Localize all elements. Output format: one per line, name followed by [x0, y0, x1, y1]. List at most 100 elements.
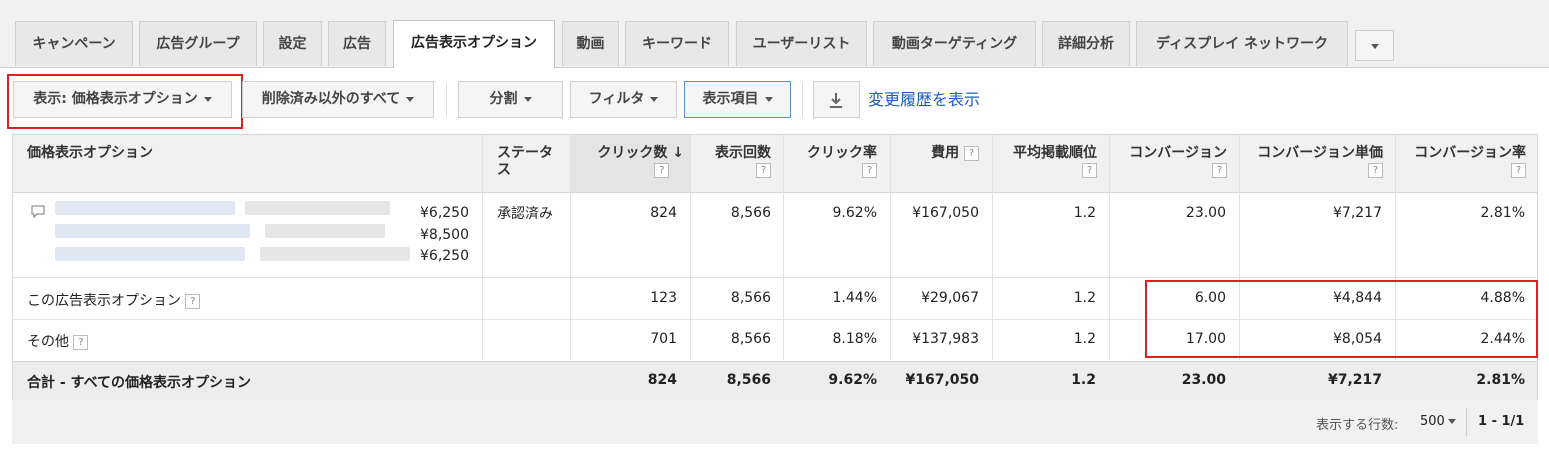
cell-conversions: 6.00: [1194, 290, 1226, 306]
pagination-range: 1 - 1/1: [1478, 414, 1525, 429]
header-status[interactable]: ステータス: [497, 145, 561, 179]
tab-videos[interactable]: 動画: [562, 21, 619, 66]
header-clicks-label: クリック数: [597, 145, 668, 161]
chevron-down-icon: [406, 96, 415, 102]
sort-desc-icon: ↓: [672, 145, 684, 161]
chevron-down-icon: [1371, 44, 1379, 49]
tab-campaigns[interactable]: キャンペーン: [15, 21, 133, 66]
status-value: 承認済み: [497, 206, 553, 222]
help-icon[interactable]: ?: [73, 334, 89, 350]
row-label-text: この広告表示オプション: [27, 293, 181, 309]
toolbar-divider: [446, 83, 447, 117]
cell-clicks: 123: [650, 290, 677, 306]
header-cost[interactable]: 費用 ?: [895, 145, 979, 162]
help-icon[interactable]: ?: [1368, 162, 1383, 178]
help-icon[interactable]: ?: [185, 293, 201, 309]
total-conversions: 23.00: [1181, 372, 1226, 388]
cell-clicks: 701: [650, 331, 677, 347]
tab-audiences[interactable]: ユーザーリスト: [736, 21, 867, 66]
status-filter-label: 削除済み以外のすべて: [261, 91, 401, 107]
header-conversion-rate-label: コンバージョン率: [1414, 145, 1526, 161]
price-1: ¥6,250: [420, 205, 469, 221]
total-clicks: 824: [647, 372, 677, 388]
header-conversion-rate[interactable]: コンバージョン率 ?: [1400, 145, 1526, 179]
tab-keywords[interactable]: キーワード: [625, 21, 729, 66]
filter-button[interactable]: フィルタ: [570, 81, 677, 118]
cell-avg-position: 1.2: [1073, 205, 1096, 221]
cell-cost-per-conversion: ¥4,844: [1333, 290, 1382, 306]
help-icon[interactable]: ?: [1212, 162, 1227, 178]
footer-divider: [1466, 408, 1467, 436]
header-cost-per-conversion-label: コンバージョン単価: [1257, 145, 1383, 161]
table-footer: [12, 400, 1538, 444]
tab-ad-groups[interactable]: 広告グループ: [139, 21, 257, 66]
total-cost-per-conversion: ¥7,217: [1327, 372, 1382, 388]
total-ctr: 9.62%: [828, 372, 877, 388]
price-2: ¥8,500: [420, 227, 469, 243]
header-ctr[interactable]: クリック率?: [788, 145, 877, 179]
row-label-text: その他: [27, 334, 69, 350]
help-icon[interactable]: ?: [862, 162, 877, 178]
total-label: 合計 - すべての価格表示オプション: [27, 375, 252, 391]
tab-settings[interactable]: 設定: [263, 21, 322, 66]
segment-button[interactable]: 分割: [458, 81, 563, 118]
help-icon[interactable]: ?: [654, 162, 670, 178]
row-label-other: その他 ?: [27, 331, 89, 351]
header-conversions-label: コンバージョン: [1129, 145, 1227, 161]
cell-clicks: 824: [650, 205, 677, 221]
header-conversions[interactable]: コンバージョン ?: [1118, 145, 1227, 179]
cell-impressions: 8,566: [730, 290, 771, 306]
help-icon[interactable]: ?: [1511, 162, 1526, 178]
change-history-link[interactable]: 変更履歴を表示: [868, 86, 980, 110]
download-icon: [830, 93, 842, 108]
cell-conversions: 23.00: [1185, 205, 1226, 221]
total-avg-position: 1.2: [1071, 372, 1096, 388]
cell-conversion-rate: 2.81%: [1480, 205, 1525, 221]
filter-label: フィルタ: [588, 91, 645, 107]
chevron-down-icon: [1447, 419, 1456, 424]
header-avg-position[interactable]: 平均掲載順位?: [997, 145, 1097, 179]
cell-conversion-rate: 2.44%: [1480, 331, 1525, 347]
cell-cost-per-conversion: ¥7,217: [1333, 205, 1382, 221]
header-avg-position-label: 平均掲載順位: [1013, 145, 1097, 161]
view-selector-button[interactable]: 表示: 価格表示オプション: [13, 81, 232, 118]
help-icon[interactable]: ?: [1082, 162, 1097, 178]
price-3: ¥6,250: [420, 248, 469, 264]
header-price-option[interactable]: 価格表示オプション: [27, 145, 153, 162]
cell-avg-position: 1.2: [1073, 290, 1096, 306]
chevron-down-icon: [203, 96, 212, 102]
header-cost-per-conversion[interactable]: コンバージョン単価 ?: [1245, 145, 1383, 179]
tab-ads[interactable]: 広告: [328, 21, 386, 66]
cell-conversions: 17.00: [1185, 331, 1226, 347]
more-tabs-button[interactable]: [1355, 30, 1394, 61]
cell-cost-per-conversion: ¥8,054: [1333, 331, 1382, 347]
header-clicks[interactable]: クリック数 ↓?: [574, 145, 684, 179]
toolbar-divider: [802, 83, 803, 117]
cell-ctr: 9.62%: [832, 205, 877, 221]
tab-dimensions[interactable]: 詳細分析: [1042, 21, 1130, 66]
rows-per-page-select[interactable]: 500: [1420, 414, 1456, 429]
tab-display-network[interactable]: ディスプレイ ネットワーク: [1136, 21, 1348, 66]
header-impressions-label: 表示回数: [715, 145, 771, 161]
cell-ctr: 1.44%: [832, 290, 877, 306]
status-filter-button[interactable]: 削除済み以外のすべて: [242, 81, 434, 118]
columns-button[interactable]: 表示項目: [684, 81, 791, 118]
rows-per-page-label: 表示する行数:: [1316, 418, 1399, 433]
cell-cost: ¥167,050: [912, 205, 979, 221]
help-icon[interactable]: ?: [964, 145, 979, 161]
view-selector-label: 表示: 価格表示オプション: [33, 91, 198, 107]
download-button[interactable]: [813, 81, 860, 118]
cell-avg-position: 1.2: [1073, 331, 1096, 347]
cell-cost: ¥137,983: [912, 331, 979, 347]
cell-impressions: 8,566: [730, 331, 771, 347]
cell-ctr: 8.18%: [832, 331, 877, 347]
help-icon[interactable]: ?: [756, 162, 771, 178]
header-ctr-label: クリック率: [807, 145, 877, 161]
chevron-down-icon: [764, 96, 773, 102]
header-impressions[interactable]: 表示回数?: [695, 145, 771, 179]
total-cost: ¥167,050: [905, 372, 979, 388]
tab-ad-extensions[interactable]: 広告表示オプション: [393, 20, 555, 68]
tab-video-targeting[interactable]: 動画ターゲティング: [873, 21, 1036, 66]
total-conversion-rate: 2.81%: [1476, 372, 1525, 388]
comment-icon[interactable]: [31, 205, 45, 218]
